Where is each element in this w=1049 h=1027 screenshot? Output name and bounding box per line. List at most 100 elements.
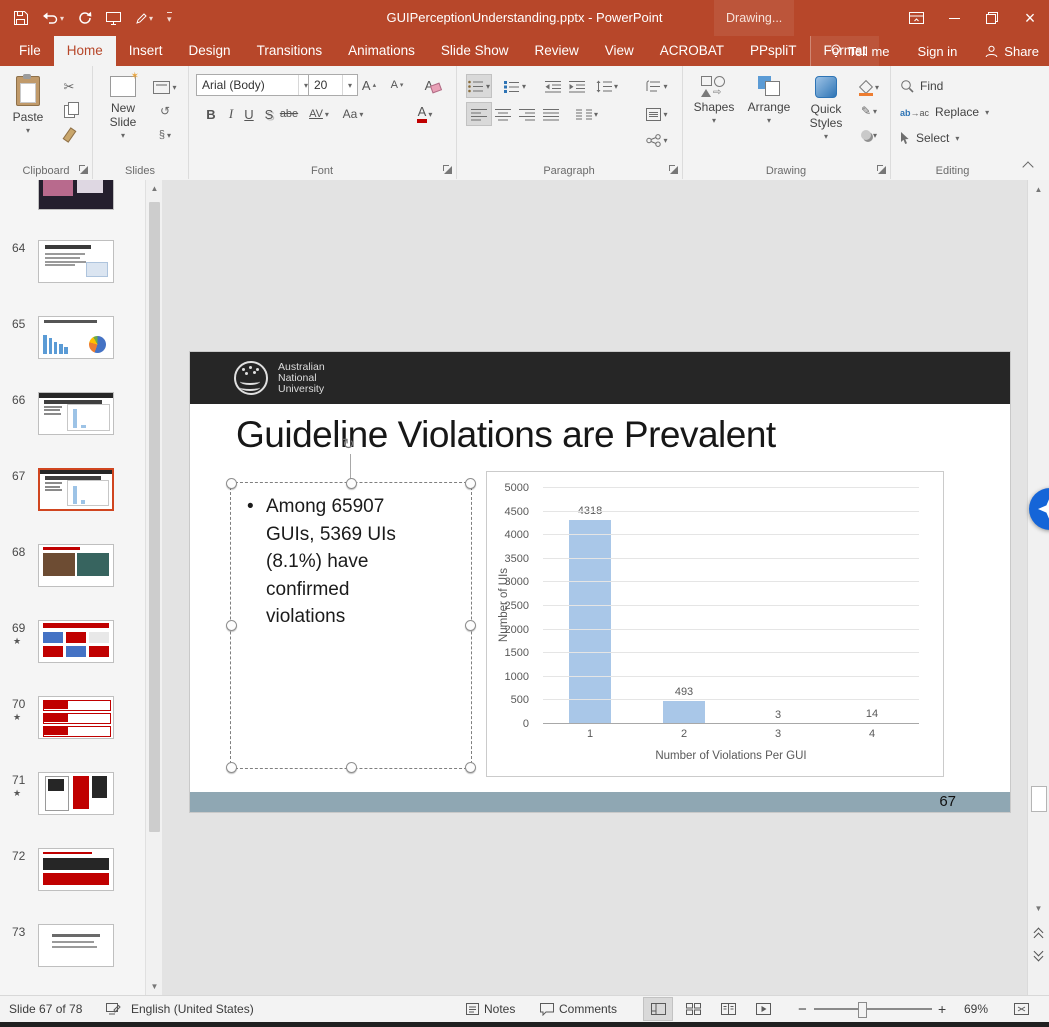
selection-handle-se[interactable] [465, 762, 476, 773]
change-case-button[interactable]: Aa▾ [340, 102, 366, 126]
textbox-selection[interactable]: ↻ • Among 65907 GUIs, 5369 UIs (8.1%) ha… [230, 482, 472, 769]
quick-styles-button[interactable]: Quick Styles ▾ [798, 69, 854, 161]
copy-button[interactable] [56, 99, 82, 123]
tab-file[interactable]: File [6, 36, 54, 66]
slide-thumbnail-69[interactable] [38, 620, 114, 663]
notes-button[interactable]: Notes [466, 996, 515, 1022]
tab-insert[interactable]: Insert [116, 36, 176, 66]
scroll-up-button[interactable]: ▲ [146, 184, 163, 193]
slide-thumbnail-72[interactable] [38, 848, 114, 891]
shape-effects-button[interactable]: ▾ [856, 123, 882, 147]
replace-button[interactable]: ab→ac Replace ▾ [900, 100, 989, 124]
paste-button[interactable]: Paste ▾ [3, 69, 53, 161]
share-button[interactable]: Share [985, 44, 1039, 59]
view-normal-button[interactable] [643, 997, 673, 1021]
view-slide-sorter-button[interactable] [678, 997, 708, 1021]
rotate-handle[interactable]: ↻ [342, 435, 355, 453]
shape-fill-button[interactable]: ▾ [856, 75, 882, 99]
font-dialog-launcher[interactable] [442, 164, 453, 175]
bullet-text[interactable]: Among 65907 GUIs, 5369 UIs (8.1%) have c… [266, 493, 431, 631]
format-painter-button[interactable] [56, 123, 82, 147]
next-slide-button[interactable] [1032, 948, 1044, 960]
ribbon-display-options-button[interactable] [897, 0, 935, 36]
align-left-button[interactable] [466, 102, 492, 126]
slide-editing-canvas[interactable]: Australian National University Guideline… [162, 180, 1028, 995]
status-language[interactable]: English (United States) [131, 996, 254, 1022]
selection-handle-nw[interactable] [226, 478, 237, 489]
find-button[interactable]: Find [900, 74, 943, 98]
bullets-button[interactable]: ▾ [466, 74, 492, 98]
bullet-item[interactable]: • Among 65907 GUIs, 5369 UIs (8.1%) have… [247, 493, 431, 631]
zoom-in-button[interactable]: + [938, 996, 946, 1022]
save-button[interactable] [14, 11, 28, 25]
align-center-button[interactable] [490, 102, 516, 126]
cut-button[interactable]: ✂ [56, 75, 82, 99]
chevron-down-icon[interactable]: ▾ [342, 75, 352, 95]
tab-home[interactable]: Home [54, 36, 116, 66]
shapes-button[interactable]: ⇨ Shapes ▾ [688, 69, 740, 161]
sign-in-button[interactable]: Sign in [918, 44, 958, 59]
font-color-button[interactable]: A▾ [412, 102, 438, 126]
minimize-button[interactable] [935, 0, 973, 36]
decrease-font-button[interactable]: A▾ [384, 73, 410, 97]
scrollbar-thumb[interactable] [1031, 786, 1047, 812]
increase-indent-button[interactable] [564, 74, 590, 98]
redo-button[interactable] [78, 11, 92, 25]
slideshow-from-start-button[interactable] [106, 12, 121, 25]
tab-animations[interactable]: Animations [335, 36, 428, 66]
bar-chart[interactable]: Number of UIs 05001000150020002500300035… [486, 471, 944, 777]
chevron-down-icon[interactable]: ▾ [60, 14, 64, 23]
view-reading-button[interactable] [713, 997, 743, 1021]
font-name-combo[interactable]: Arial (Body) ▾ [196, 74, 314, 96]
tab-view[interactable]: View [592, 36, 647, 66]
tell-me-button[interactable]: Tell me [830, 44, 889, 59]
status-slide-info[interactable]: Slide 67 of 78 [9, 996, 82, 1022]
decrease-indent-button[interactable] [540, 74, 566, 98]
chart-bar[interactable] [663, 701, 705, 724]
slide-layout-button[interactable]: ▾ [152, 75, 178, 99]
slide-thumbnail-70[interactable] [38, 696, 114, 739]
align-right-button[interactable] [514, 102, 540, 126]
zoom-slider-handle[interactable] [858, 1002, 867, 1018]
qat-customize-button[interactable]: ▾ [167, 12, 172, 25]
tab-acrobat[interactable]: ACROBAT [647, 36, 737, 66]
selection-handle-e[interactable] [465, 620, 476, 631]
tab-slide-show[interactable]: Slide Show [428, 36, 522, 66]
canvas-scrollbar[interactable]: ▲ ▼ [1027, 180, 1049, 995]
smartart-convert-button[interactable]: ▾ [644, 128, 670, 152]
character-spacing-button[interactable]: AV▾ [306, 102, 332, 126]
comments-button[interactable]: Comments [540, 996, 617, 1022]
paragraph-dialog-launcher[interactable] [668, 164, 679, 175]
slide-canvas[interactable]: Australian National University Guideline… [190, 352, 1010, 812]
slide-thumbnail-73[interactable] [38, 924, 114, 967]
slide-thumbnail-68[interactable] [38, 544, 114, 587]
proofing-button[interactable] [106, 996, 121, 1022]
chart-bar[interactable] [569, 520, 611, 724]
view-slideshow-button[interactable] [748, 997, 778, 1021]
zoom-slider-track[interactable] [814, 1008, 932, 1010]
justify-button[interactable] [538, 102, 564, 126]
slide-thumbnail-66[interactable] [38, 392, 114, 435]
slide-thumbnail-67[interactable] [38, 468, 114, 511]
numbering-button[interactable]: ▾ [502, 74, 528, 98]
selection-handle-n[interactable] [346, 478, 357, 489]
clipboard-dialog-launcher[interactable] [78, 164, 89, 175]
line-spacing-button[interactable]: ▾ [594, 74, 620, 98]
tab-design[interactable]: Design [176, 36, 244, 66]
drawing-dialog-launcher[interactable] [876, 164, 887, 175]
zoom-slider[interactable] [814, 996, 932, 1022]
scrollbar-thumb[interactable] [149, 202, 160, 832]
columns-button[interactable]: ▾ [574, 102, 600, 126]
tab-transitions[interactable]: Transitions [244, 36, 336, 66]
close-button[interactable]: × [1011, 0, 1049, 36]
selection-handle-s[interactable] [346, 762, 357, 773]
scroll-down-button[interactable]: ▼ [146, 982, 163, 991]
chevron-down-icon[interactable]: ▾ [298, 75, 308, 95]
selection-handle-sw[interactable] [226, 762, 237, 773]
chevron-down-icon[interactable]: ▾ [149, 14, 153, 23]
scroll-down-button[interactable]: ▼ [1028, 904, 1049, 913]
slide-thumbnail-71[interactable] [38, 772, 114, 815]
slide-title[interactable]: Guideline Violations are Prevalent [236, 414, 776, 456]
zoom-out-button[interactable]: − [798, 996, 807, 1022]
align-text-button[interactable]: ▾ [644, 102, 670, 126]
